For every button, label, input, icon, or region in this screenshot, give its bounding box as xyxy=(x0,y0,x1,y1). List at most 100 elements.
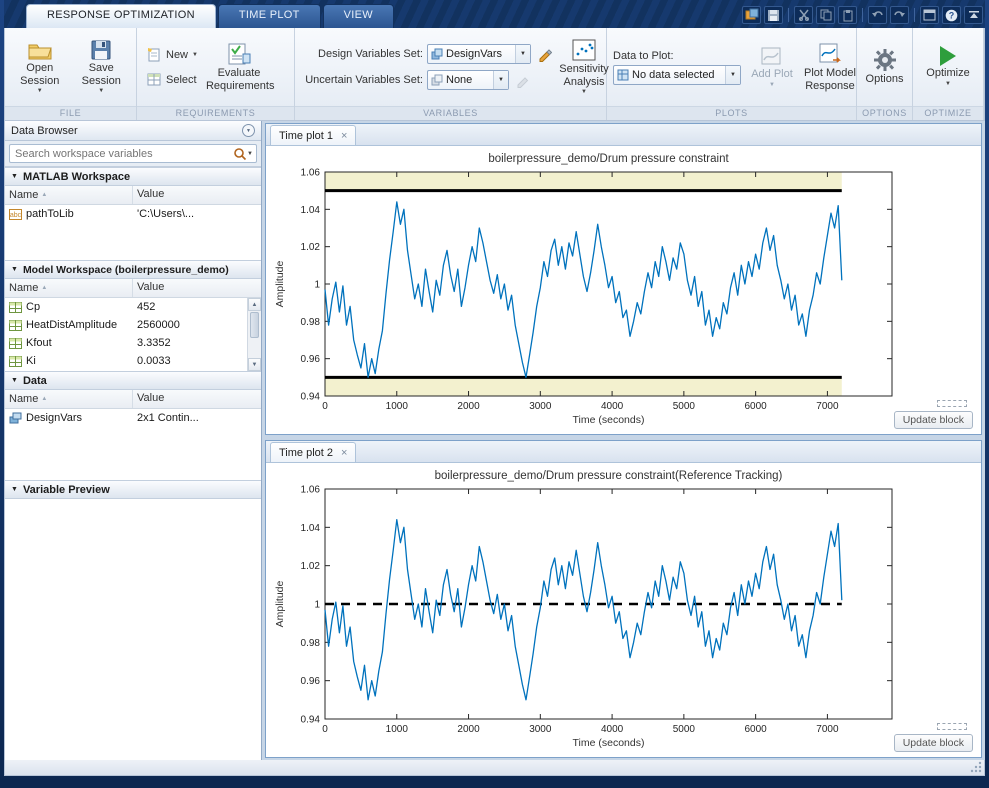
ribbon-section-plots: Data to Plot: No data selected ▼ Add Plo… xyxy=(607,28,857,120)
edit-design-variables-icon[interactable] xyxy=(535,45,553,63)
table-row[interactable]: DesignVars 2x1 Contin... xyxy=(5,409,261,427)
new-requirement-button[interactable]: New ▼ xyxy=(143,45,202,64)
play-icon xyxy=(940,46,956,66)
variable-preview-header[interactable]: ▼ Variable Preview xyxy=(5,480,261,499)
column-header-name[interactable]: Name▲ xyxy=(5,279,133,297)
update-block-button-1[interactable]: Update block xyxy=(894,411,973,429)
model-workspace-title: Model Workspace (boilerpressure_demo) xyxy=(23,264,229,276)
model-workspace-header[interactable]: ▼ Model Workspace (boilerpressure_demo) xyxy=(5,260,261,279)
quick-access-toolbar: ? xyxy=(742,6,985,28)
collapse-icon: ▼ xyxy=(11,173,18,180)
tab-view[interactable]: VIEW xyxy=(323,4,394,28)
dropdown-arrow-icon: ▼ xyxy=(37,88,43,95)
search-options-arrow-icon[interactable]: ▼ xyxy=(247,151,253,157)
time-plot-1-tabbar: Time plot 1 × xyxy=(266,124,981,146)
scroll-up-icon[interactable]: ▲ xyxy=(248,298,261,311)
toolbar-separator xyxy=(862,8,863,22)
copy-icon[interactable] xyxy=(816,6,835,24)
table-row[interactable]: abcpathToLib 'C:\Users\... xyxy=(5,205,261,223)
svg-text:7000: 7000 xyxy=(816,401,839,412)
new-label: New xyxy=(166,49,188,61)
minimize-ribbon-icon[interactable] xyxy=(964,6,983,24)
column-header-value[interactable]: Value xyxy=(133,186,261,204)
data-browser-panel: Data Browser ▼ ▼ ▼ MATLAB Workspace Name… xyxy=(4,121,262,760)
svg-text:1.04: 1.04 xyxy=(301,523,321,534)
select-requirement-button[interactable]: Select xyxy=(143,70,202,89)
tab-response-optimization[interactable]: RESPONSE OPTIMIZATION xyxy=(26,4,216,28)
plot-data-icon xyxy=(617,69,629,81)
time-plot-2-tab[interactable]: Time plot 2 × xyxy=(270,442,356,462)
workspace-search-box[interactable]: ▼ xyxy=(9,144,257,163)
add-plot-button[interactable]: Add Plot ▼ xyxy=(745,43,799,91)
optimize-button[interactable]: Optimize ▼ xyxy=(921,44,975,90)
sort-asc-icon: ▲ xyxy=(41,285,47,291)
collapse-icon: ▼ xyxy=(11,266,18,273)
open-session-button[interactable]: Open Session ▼ xyxy=(11,37,69,97)
svg-text:0.96: 0.96 xyxy=(301,354,321,365)
matlab-workspace-table: Name▲ Value abcpathToLib 'C:\Users\... xyxy=(5,186,261,260)
plot-model-response-label: Plot Model Response xyxy=(803,67,857,92)
save-session-button[interactable]: Save Session ▼ xyxy=(73,37,131,97)
svg-text:1: 1 xyxy=(314,280,320,291)
section-label-options: OPTIONS xyxy=(857,106,912,120)
data-section-header[interactable]: ▼ Data xyxy=(5,371,261,390)
help-icon[interactable]: ? xyxy=(942,6,961,24)
data-to-plot-value: No data selected xyxy=(629,69,725,81)
svg-text:5000: 5000 xyxy=(673,401,696,412)
undo-icon[interactable] xyxy=(868,6,887,24)
matlab-workspace-title: MATLAB Workspace xyxy=(23,171,130,183)
svg-text:2000: 2000 xyxy=(457,401,480,412)
sensitivity-analysis-button[interactable]: Sensitivity Analysis ▼ xyxy=(557,36,611,98)
status-bar xyxy=(4,760,985,776)
table-row[interactable]: HeatDistAmplitude 2560000 xyxy=(5,316,261,334)
uncertain-variables-combo[interactable]: None ▼ xyxy=(427,70,509,90)
tab-time-plot[interactable]: TIME PLOT xyxy=(218,4,321,28)
variable-set-icon xyxy=(431,48,443,60)
snapshot-icon[interactable] xyxy=(742,6,761,24)
redo-icon[interactable] xyxy=(890,6,909,24)
table-row[interactable]: Ki 0.0033 xyxy=(5,352,261,370)
column-header-value[interactable]: Value xyxy=(133,279,261,297)
svg-text:1.06: 1.06 xyxy=(301,168,321,179)
column-header-value[interactable]: Value xyxy=(133,390,261,408)
column-header-name[interactable]: Name▲ xyxy=(5,390,133,408)
ribbon-section-options: Options OPTIONS xyxy=(857,28,913,120)
scrollbar[interactable]: ▲ ▼ xyxy=(247,298,261,371)
scroll-down-icon[interactable]: ▼ xyxy=(248,358,261,371)
cut-icon[interactable] xyxy=(794,6,813,24)
svg-text:Amplitude: Amplitude xyxy=(274,581,286,628)
folder-open-icon xyxy=(27,39,53,61)
evaluate-requirements-icon xyxy=(226,42,252,66)
svg-text:1.04: 1.04 xyxy=(301,205,321,216)
data-to-plot-combo[interactable]: No data selected ▼ xyxy=(613,65,741,85)
resize-grip[interactable] xyxy=(970,761,982,773)
search-input[interactable] xyxy=(13,147,233,161)
design-variables-combo[interactable]: DesignVars ▼ xyxy=(427,44,531,64)
table-row[interactable]: Kfout 3.3352 xyxy=(5,334,261,352)
svg-text:Time (seconds): Time (seconds) xyxy=(573,414,645,426)
column-header-name[interactable]: Name▲ xyxy=(5,186,133,204)
close-icon[interactable]: × xyxy=(341,130,347,142)
options-button[interactable]: Options xyxy=(858,46,912,88)
time-plot-1-tab[interactable]: Time plot 1 × xyxy=(270,125,356,145)
scrollbar-thumb[interactable] xyxy=(250,312,259,338)
svg-text:0.96: 0.96 xyxy=(301,676,321,687)
evaluate-requirements-button[interactable]: Evaluate Requirements xyxy=(206,40,272,94)
table-row[interactable]: Cp 452 xyxy=(5,298,261,316)
design-variables-label: Design Variables Set: xyxy=(301,48,423,60)
svg-text:1: 1 xyxy=(314,600,320,611)
close-icon[interactable]: × xyxy=(341,447,347,459)
update-block-button-2[interactable]: Update block xyxy=(894,734,973,752)
data-browser-menu-icon[interactable]: ▼ xyxy=(242,124,255,137)
select-label: Select xyxy=(166,74,197,86)
svg-text:7000: 7000 xyxy=(816,724,839,735)
string-variable-icon: abc xyxy=(9,209,22,220)
save-icon[interactable] xyxy=(764,6,783,24)
window-layout-icon[interactable] xyxy=(920,6,939,24)
plot-model-response-button[interactable]: Plot Model Response xyxy=(803,40,857,94)
search-icon[interactable] xyxy=(233,147,247,161)
paste-icon[interactable] xyxy=(838,6,857,24)
numeric-variable-icon xyxy=(9,302,22,313)
matlab-workspace-header[interactable]: ▼ MATLAB Workspace xyxy=(5,167,261,186)
add-plot-icon xyxy=(760,45,784,67)
